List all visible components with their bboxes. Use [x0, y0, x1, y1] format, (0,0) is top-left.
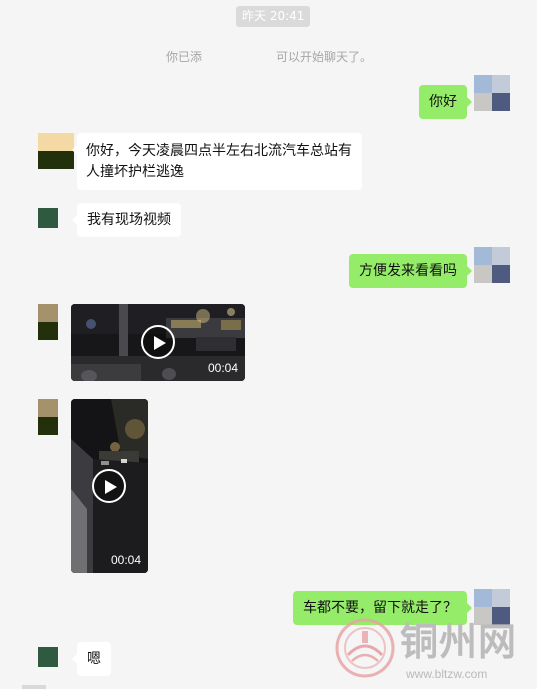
message-text: 方便发来看看吗 — [359, 263, 457, 279]
message-bubble-contact[interactable]: 你好，今天凌晨四点半左右北流汽车总站有 人撞坏护栏逃逸 — [72, 133, 362, 190]
masked-name-region — [202, 52, 276, 64]
contact-avatar[interactable] — [38, 304, 58, 340]
contact-avatar[interactable] — [38, 208, 58, 228]
contact-avatar[interactable] — [38, 647, 58, 667]
play-icon — [154, 336, 166, 350]
message-text-line1: 你好，今天凌晨四点半左右北流汽车总站有 — [86, 143, 352, 159]
play-button[interactable] — [141, 325, 175, 359]
message-text: 我有现场视频 — [87, 212, 171, 228]
watermark-emblem-icon — [335, 618, 395, 678]
timestamp-tag: 昨天 20:41 — [236, 6, 311, 27]
self-avatar[interactable] — [474, 247, 510, 283]
video-duration: 00:04 — [207, 361, 238, 375]
video-duration: 00:04 — [110, 553, 141, 567]
video-message[interactable]: 00:04 — [71, 304, 245, 381]
self-avatar[interactable] — [474, 75, 510, 111]
play-icon — [105, 480, 117, 494]
message-bubble-contact[interactable]: 嗯 — [72, 642, 111, 676]
message-text: 你好 — [429, 94, 457, 110]
play-button[interactable] — [92, 469, 126, 503]
message-bubble-contact[interactable]: 我有现场视频 — [72, 203, 181, 237]
system-message-suffix: 可以开始聊天了。 — [276, 50, 373, 64]
message-text-line2: 人撞坏护栏逃逸 — [86, 164, 184, 180]
message-text: 嗯 — [87, 651, 101, 667]
contact-avatar[interactable] — [38, 399, 58, 435]
message-bubble-self[interactable]: 方便发来看看吗 — [349, 254, 472, 288]
watermark-title: 铜州网 — [400, 619, 518, 664]
message-bubble-self[interactable]: 你好 — [419, 85, 472, 119]
watermark-url: www.bltzw.com — [406, 667, 488, 681]
bottom-edge-strip — [22, 685, 46, 689]
contact-avatar[interactable] — [38, 133, 74, 169]
message-text: 车都不要，留下就走了？ — [303, 600, 457, 616]
system-message: 你已添 可以开始聊天了。 — [166, 49, 372, 65]
system-message-prefix: 你已添 — [166, 50, 203, 64]
video-message[interactable]: 00:04 — [71, 399, 148, 573]
site-watermark: 铜州网 www.bltzw.com — [334, 617, 534, 687]
